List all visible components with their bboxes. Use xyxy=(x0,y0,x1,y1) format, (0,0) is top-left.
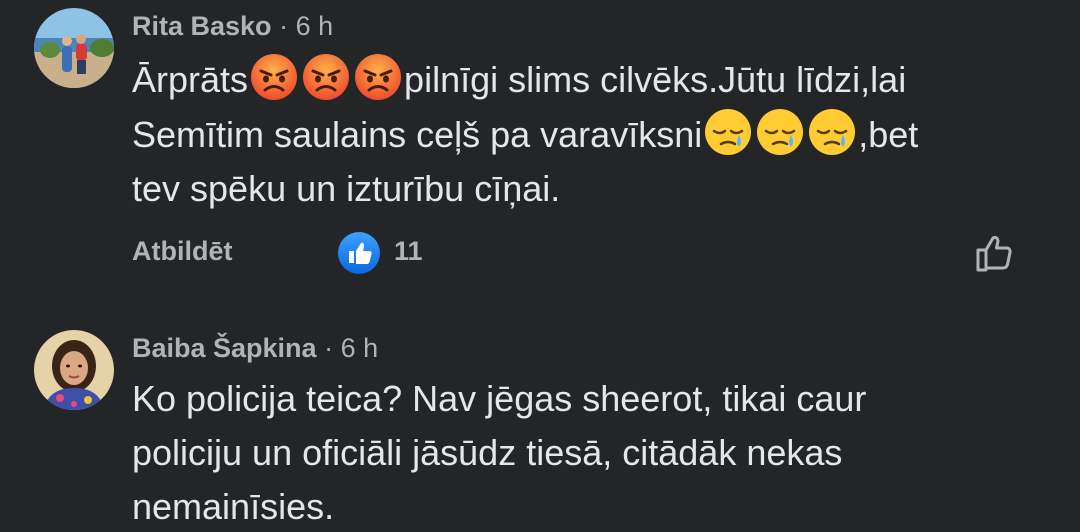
comment-text: Ārprāts pilnīgi slims cilvēks.Jūtu līdzi,… xyxy=(132,52,918,216)
like-reaction-icon[interactable] xyxy=(336,230,382,276)
angry-face-icon xyxy=(355,54,402,100)
comment-line: Ārprāts pilnīgi slims cilvēks.Jūtu līdzi,… xyxy=(132,52,918,107)
meta-separator: · xyxy=(279,11,289,41)
comment-actions: Atbildēt 11 xyxy=(0,228,1080,278)
comment-line: nemainīsies. xyxy=(132,486,335,527)
comment-timestamp[interactable]: 6 h xyxy=(296,11,334,41)
comment-text-segment: Ārprāts xyxy=(132,59,249,100)
comment-line: policiju un oficiāli jāsūdz tiesā, citād… xyxy=(132,432,843,473)
comment-line: Ko policija teica? Nav jēgas sheerot, ti… xyxy=(132,378,867,419)
reply-button[interactable]: Atbildēt xyxy=(132,236,233,267)
reaction-count[interactable]: 11 xyxy=(394,236,423,267)
sad-tear-face-icon xyxy=(705,109,752,155)
avatar[interactable] xyxy=(34,8,114,88)
comment-text-segment: Semītim saulains ceļš pa varavīksni xyxy=(132,114,703,155)
author-name[interactable]: Baiba Šapkina xyxy=(132,333,317,363)
comment-text-segment: pilnīgi slims cilvēks.Jūtu līdzi,lai xyxy=(404,59,907,100)
comment-meta: Rita Basko · 6 h xyxy=(132,10,333,42)
angry-face-icon xyxy=(303,54,350,100)
meta-separator: · xyxy=(324,333,334,363)
comment-line: Semītim saulains ceļš pa varavīksni ,bet xyxy=(132,107,918,162)
sad-tear-face-icon xyxy=(757,109,804,155)
avatar-photo-icon xyxy=(34,8,114,88)
comment-line: tev spēku un izturību cīņai. xyxy=(132,168,561,209)
avatar[interactable] xyxy=(34,330,114,410)
avatar-photo-icon xyxy=(34,330,114,410)
author-name[interactable]: Rita Basko xyxy=(132,11,272,41)
comment-timestamp[interactable]: 6 h xyxy=(341,333,379,363)
comment-text-segment: ,bet xyxy=(858,114,919,155)
comments-screen: Rita Basko · 6 h Ārprāts pilnīgi slims ci… xyxy=(0,0,1080,532)
thumbs-up-outline-icon[interactable] xyxy=(970,228,1020,278)
comment-meta: Baiba Šapkina · 6 h xyxy=(132,332,378,364)
sad-tear-face-icon xyxy=(809,109,856,155)
comment-text: Ko policija teica? Nav jēgas sheerot, ti… xyxy=(132,372,866,532)
angry-face-icon xyxy=(251,54,298,100)
